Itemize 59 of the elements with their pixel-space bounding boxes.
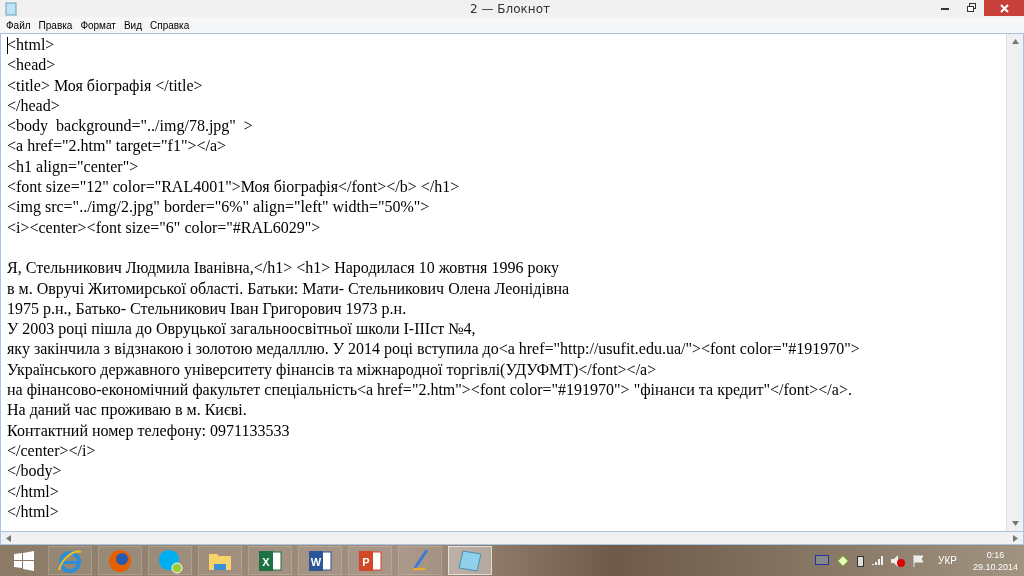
code-line: <a href="2.htm" target="f1"></a> [7,136,227,157]
battery-icon [857,554,865,567]
taskbar-app-button[interactable] [448,546,492,575]
window-title: 2 — Блокнот [470,1,550,16]
code-line: <i><center><font size="6" color="#RAL6029"> [7,217,321,238]
taskbar-app-button[interactable] [98,546,142,575]
menu-item[interactable]: Справка [146,19,194,31]
code-line: на фінансово-економічний факультет спеціальність<a href="2.htm"><font color="#191970"> "фінанси та кредит"</font></a>. [7,380,852,401]
taskbar-app-button[interactable]: X [248,546,292,575]
vertical-scrollbar[interactable] [1006,34,1023,531]
menu-item[interactable]: Вид [119,19,146,31]
code-line: <img src="../img/2.jpg" border="6%" align="left" width="50%"> [7,197,430,218]
scroll-right-icon [1013,534,1018,542]
code-line: </head> [7,95,60,116]
menu-item[interactable]: Формат [76,19,120,31]
close-icon [999,3,1009,13]
code-line: в м. Овручі Житомирської області. Батьки: Мати- Стельникович Олена Леонідівна [7,278,570,299]
close-button[interactable] [984,0,1024,16]
code-line: </html> [7,481,59,502]
code-line: </center></i> [7,440,96,461]
menu-item[interactable]: Правка [34,19,77,31]
code-line: яку закінчила з відзнакою і золотою медалллю. У 2014 році вступила до<a href="http://usufit.edu.ua/"><font color="#191970"> [7,339,860,360]
taskbar-app-button[interactable]: W [298,546,342,575]
taskbar-app-button[interactable] [398,546,442,575]
code-line: <head> [7,55,56,76]
notepad-icon [457,547,483,574]
code-line: Контактний номер телефону: 0971133533 [7,420,290,441]
code-line: Українського державного університету фінансів та міжнародної торгівлі(УДУФМТ)</font></a> [7,359,657,381]
taskbar-app-button[interactable] [48,546,92,575]
flag-icon [913,554,925,567]
taskbar-app-button[interactable]: P [348,546,392,575]
taskbar-app-button[interactable] [198,546,242,575]
menu-item[interactable]: Файл [2,19,35,31]
code-line: <font size="12" color="RAL4001">Моя біографія</font></b> </h1> [7,177,460,198]
muted-speaker-icon [891,554,906,567]
clock-date: 29.10.2014 [972,560,1018,573]
code-line: Я, Стельникович Людмила Іванівна,</h1> <h1> Народилася 10 жовтня 1996 року [7,258,559,279]
code-line: </html> [7,501,59,522]
code-line: <body background="../img/78.jpg" > [7,116,253,137]
notepad-icon [4,1,18,16]
scroll-down-icon [1011,521,1019,526]
monitor-icon [815,554,830,567]
code-line: <h1 align="center"> [7,156,139,178]
clock-time: 0:16 [986,548,1005,561]
taskbar-app-button[interactable] [148,546,192,575]
windows-logo-icon [14,550,34,571]
scroll-up-icon [1011,39,1019,44]
fox-globe-icon [107,547,133,574]
code-line: </body> [7,461,62,482]
code-line: <title> Моя біографія </title> [7,75,203,96]
code-line: 1975 р.н., Батько- Стельникович Іван Григорович 1973 р.н. [7,298,407,320]
chat-s-icon [157,547,183,574]
scroll-left-icon [6,534,11,542]
code-line: На даний час проживаю в м. Києві. [7,400,247,421]
restore-icon [966,2,976,12]
horizontal-scrollbar[interactable] [0,531,1024,545]
code-line: У 2003 році пішла до Овруцької загальноосвітньої школи І-ІІІст №4, [7,319,476,340]
code-line: <html> [7,35,55,56]
signal-icon [872,555,884,566]
